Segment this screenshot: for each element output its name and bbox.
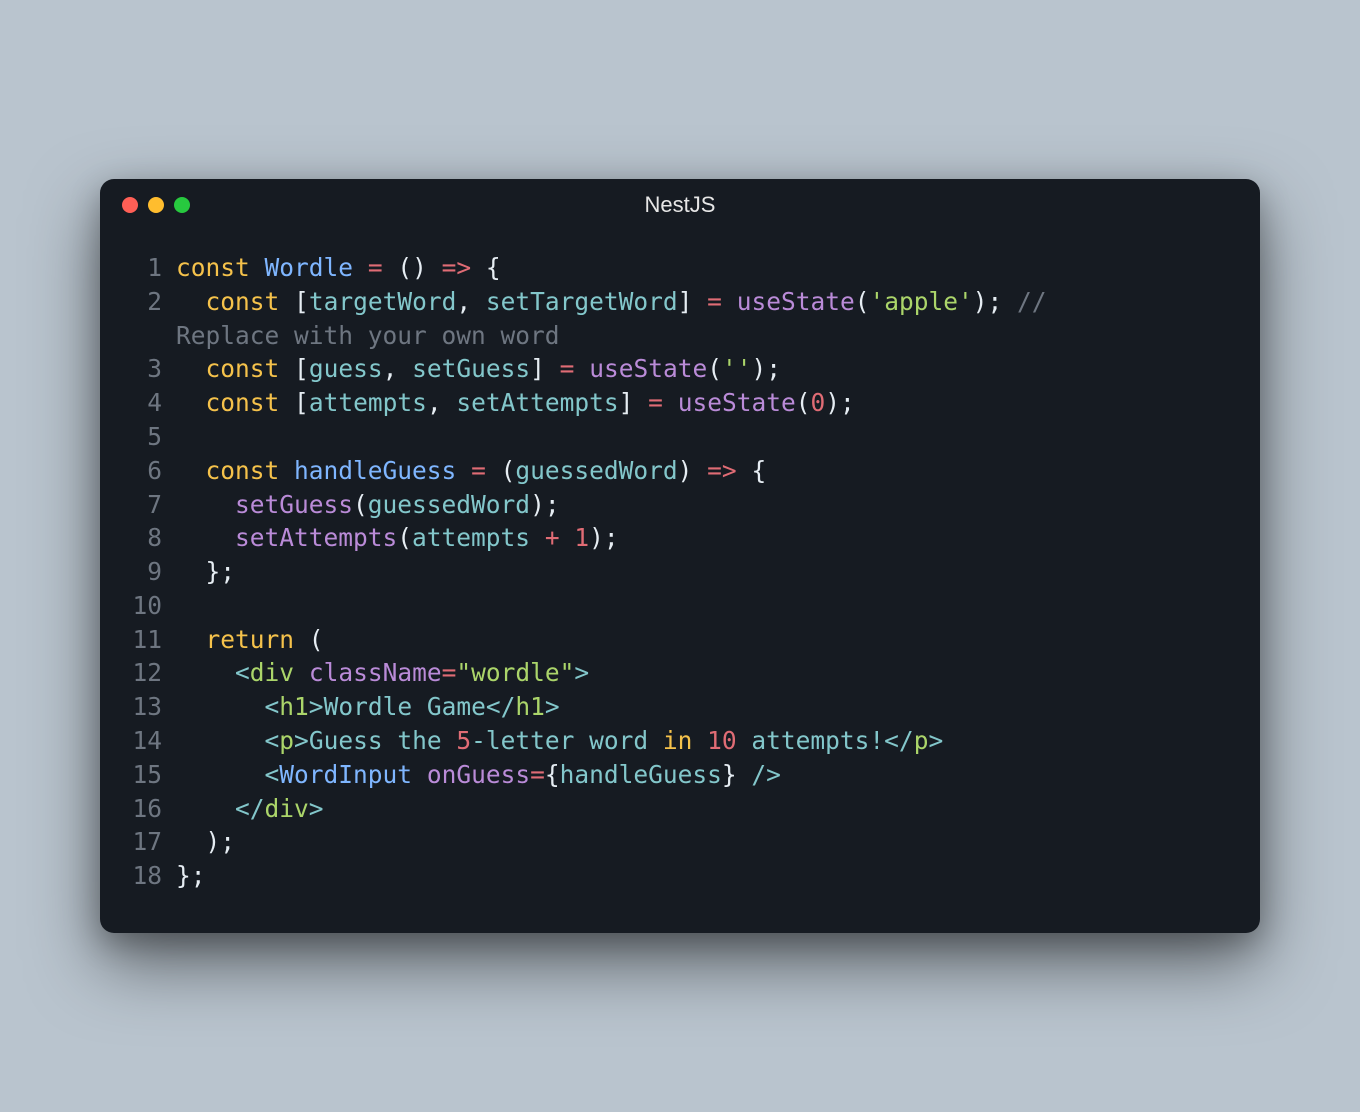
code-line: 5 (128, 420, 1232, 454)
line-number: 7 (128, 488, 176, 522)
window-title: NestJS (100, 192, 1260, 218)
code-line: 4 const [attempts, setAttempts] = useSta… (128, 386, 1232, 420)
close-icon[interactable] (122, 197, 138, 213)
line-number: 5 (128, 420, 176, 454)
line-number: 4 (128, 386, 176, 420)
line-number: 10 (128, 589, 176, 623)
code-line: 13 <h1>Wordle Game</h1> (128, 690, 1232, 724)
line-number: 2 (128, 285, 176, 319)
code-line: 15 <WordInput onGuess={handleGuess} /> (128, 758, 1232, 792)
line-number: 9 (128, 555, 176, 589)
line-number: 14 (128, 724, 176, 758)
line-number: 11 (128, 623, 176, 657)
line-number: 6 (128, 454, 176, 488)
code-line: 17 ); (128, 825, 1232, 859)
code-line: 16 </div> (128, 792, 1232, 826)
line-number: 16 (128, 792, 176, 826)
line-number: 17 (128, 825, 176, 859)
window-controls (122, 197, 190, 213)
code-line: 11 return ( (128, 623, 1232, 657)
zoom-icon[interactable] (174, 197, 190, 213)
code-line: 3 const [guess, setGuess] = useState('')… (128, 352, 1232, 386)
line-number: 15 (128, 758, 176, 792)
code-line: 2 const [targetWord, setTargetWord] = us… (128, 285, 1232, 319)
code-line-wrap: Replace with your own word (128, 319, 1232, 353)
line-number: 18 (128, 859, 176, 893)
line-number: 13 (128, 690, 176, 724)
code-line: 1 const Wordle = () => { (128, 251, 1232, 285)
code-line: 6 const handleGuess = (guessedWord) => { (128, 454, 1232, 488)
line-number: 8 (128, 521, 176, 555)
code-line: 10 (128, 589, 1232, 623)
titlebar: NestJS (100, 179, 1260, 227)
code-line: 9 }; (128, 555, 1232, 589)
code-editor[interactable]: 1 const Wordle = () => { 2 const [target… (100, 227, 1260, 933)
code-line: 14 <p>Guess the 5-letter word in 10 atte… (128, 724, 1232, 758)
code-line: 18 }; (128, 859, 1232, 893)
line-number: 3 (128, 352, 176, 386)
minimize-icon[interactable] (148, 197, 164, 213)
line-number: 12 (128, 656, 176, 690)
editor-window: NestJS 1 const Wordle = () => { 2 const … (100, 179, 1260, 933)
code-line: 12 <div className="wordle"> (128, 656, 1232, 690)
line-number: 1 (128, 251, 176, 285)
code-line: 8 setAttempts(attempts + 1); (128, 521, 1232, 555)
code-line: 7 setGuess(guessedWord); (128, 488, 1232, 522)
